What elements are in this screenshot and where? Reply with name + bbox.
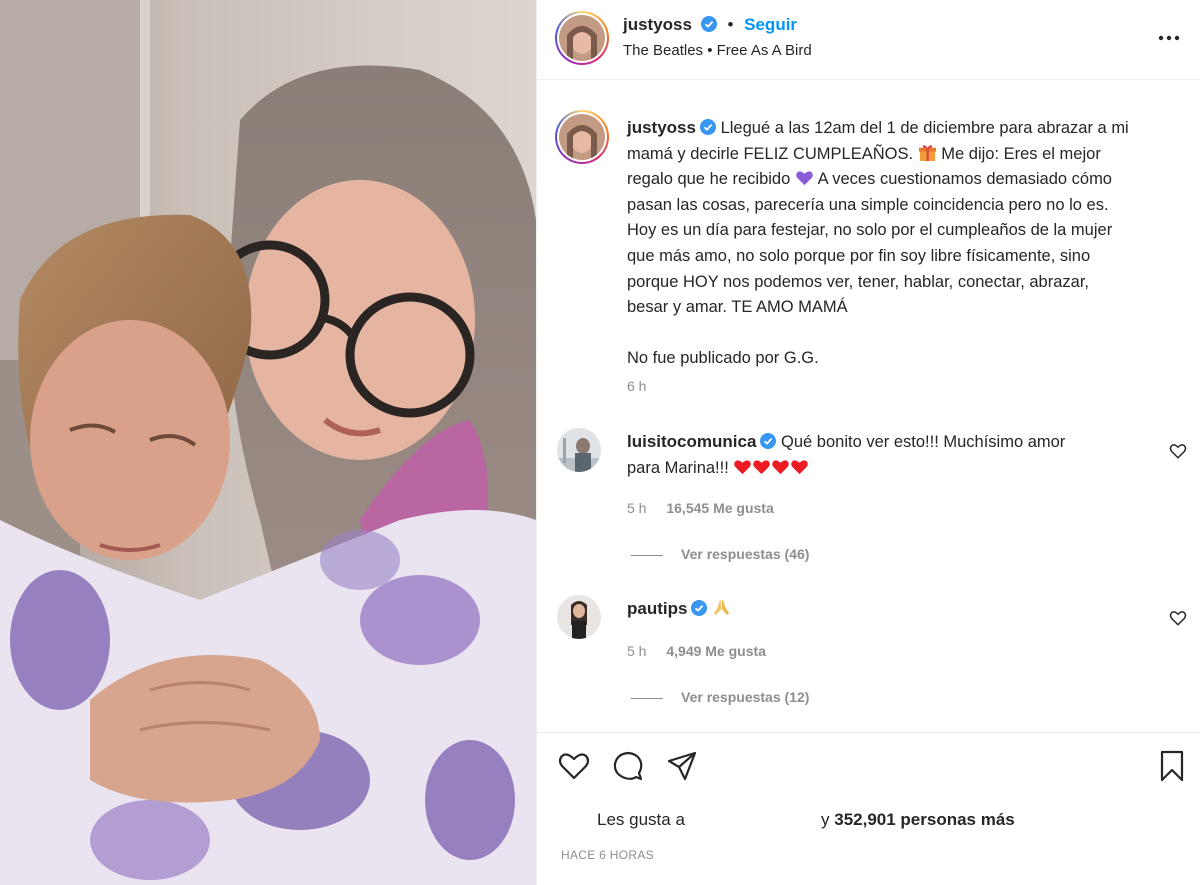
comment-likes-count[interactable]: 16,545 Me gusta bbox=[666, 500, 773, 516]
comment-meta: 5 h 4,949 Me gusta bbox=[627, 643, 782, 659]
caption-timestamp[interactable]: 6 h bbox=[627, 378, 646, 394]
more-options-icon[interactable] bbox=[1157, 28, 1181, 48]
caption-line: Hoy es un día para festejar, no solo por… bbox=[627, 221, 1113, 240]
folded-hands-emoji-icon bbox=[713, 599, 730, 616]
caption-line: que más amo, no solo porque por fin soy … bbox=[627, 246, 1091, 265]
comment-timestamp[interactable]: 5 h bbox=[627, 500, 646, 516]
likes-count[interactable]: 352,901 personas más bbox=[834, 810, 1015, 829]
separator-dot: • bbox=[727, 15, 734, 34]
post-header: justyoss • Seguir The Beatles • Free As … bbox=[537, 0, 1200, 80]
commenter-username[interactable]: luisitocomunica bbox=[627, 432, 756, 451]
red-heart-emoji-icon bbox=[753, 459, 771, 474]
comment-text: luisitocomunica Qué bonito ver esto!!! M… bbox=[627, 429, 1147, 481]
caption-line: regalo que he recibido bbox=[627, 170, 791, 189]
post-footer: Les gusta a y 352,901 personas más HACE … bbox=[537, 732, 1200, 885]
header-user-line: justyoss • Seguir bbox=[623, 15, 797, 35]
caption-avatar[interactable] bbox=[555, 110, 609, 164]
commenter-username[interactable]: pautips bbox=[627, 599, 687, 618]
gift-emoji-icon bbox=[918, 144, 936, 161]
verified-badge-icon bbox=[691, 600, 708, 616]
comment-timestamp[interactable]: 5 h bbox=[627, 643, 646, 659]
verified-badge-icon bbox=[699, 119, 716, 135]
likes-conjunction: y bbox=[821, 810, 830, 829]
caption-line: A veces cuestionamos demasiado cómo bbox=[817, 170, 1112, 189]
post-photo bbox=[0, 0, 536, 885]
caption-line: porque HOY nos podemos ver, tener, habla… bbox=[627, 272, 1089, 291]
post-timestamp[interactable]: HACE 6 HORAS bbox=[561, 848, 654, 862]
comment-like-heart-icon[interactable] bbox=[1169, 609, 1187, 627]
view-replies-button[interactable]: Ver respuestas (12) bbox=[631, 689, 809, 705]
caption-line: mamá y decirle FELIZ CUMPLEAÑOS. bbox=[627, 144, 914, 163]
post-details-panel: justyoss • Seguir The Beatles • Free As … bbox=[536, 0, 1200, 885]
verified-badge-icon bbox=[700, 16, 717, 32]
save-bookmark-icon[interactable] bbox=[1155, 749, 1189, 783]
follow-button[interactable]: Seguir bbox=[744, 15, 797, 34]
caption-line: Llegué a las 12am del 1 de diciembre par… bbox=[720, 119, 1129, 137]
view-replies-label: Ver respuestas (46) bbox=[681, 546, 810, 562]
red-hearts-emoji bbox=[733, 459, 809, 477]
share-paper-plane-icon[interactable] bbox=[665, 749, 699, 783]
comment-body: Qué bonito ver esto!!! Muchísimo amor bbox=[781, 433, 1066, 451]
commenter-avatar[interactable] bbox=[557, 595, 601, 639]
audio-track-link[interactable]: The Beatles • Free As A Bird bbox=[623, 42, 812, 59]
replies-divider bbox=[631, 697, 663, 699]
verified-badge-icon bbox=[760, 433, 777, 449]
comment-bubble-icon[interactable] bbox=[611, 749, 645, 783]
comment-like-heart-icon[interactable] bbox=[1169, 442, 1187, 460]
author-username[interactable]: justyoss bbox=[623, 15, 692, 34]
red-heart-emoji-icon bbox=[791, 459, 809, 474]
caption-signature: No fue publicado por G.G. bbox=[627, 349, 819, 368]
comment-text: pautips bbox=[627, 596, 1147, 623]
post-media[interactable] bbox=[0, 0, 536, 885]
author-avatar[interactable] bbox=[555, 11, 609, 65]
replies-divider bbox=[631, 554, 663, 556]
purple-heart-emoji-icon bbox=[796, 171, 813, 186]
likes-prefix: Les gusta a bbox=[597, 810, 685, 829]
comment-body: para Marina!!! bbox=[627, 458, 729, 477]
commenter-avatar[interactable] bbox=[557, 428, 601, 472]
red-heart-emoji-icon bbox=[734, 459, 752, 474]
view-replies-label: Ver respuestas (12) bbox=[681, 689, 810, 705]
view-replies-button[interactable]: Ver respuestas (46) bbox=[631, 546, 809, 562]
comment-likes-count[interactable]: 4,949 Me gusta bbox=[666, 643, 766, 659]
caption-text: justyoss Llegué a las 12am del 1 de dici… bbox=[627, 115, 1197, 372]
caption-line: besar y amar. TE AMO MAMÁ bbox=[627, 298, 848, 317]
caption-line: Me dijo: Eres el mejor bbox=[941, 144, 1101, 163]
comment-meta: 5 h 16,545 Me gusta bbox=[627, 500, 790, 516]
likes-summary[interactable]: y 352,901 personas más bbox=[821, 810, 1015, 830]
like-heart-icon[interactable] bbox=[557, 749, 591, 783]
caption-username[interactable]: justyoss bbox=[627, 118, 696, 137]
caption-line: pasan las cosas, parecería una simple co… bbox=[627, 195, 1109, 214]
red-heart-emoji-icon bbox=[772, 459, 790, 474]
